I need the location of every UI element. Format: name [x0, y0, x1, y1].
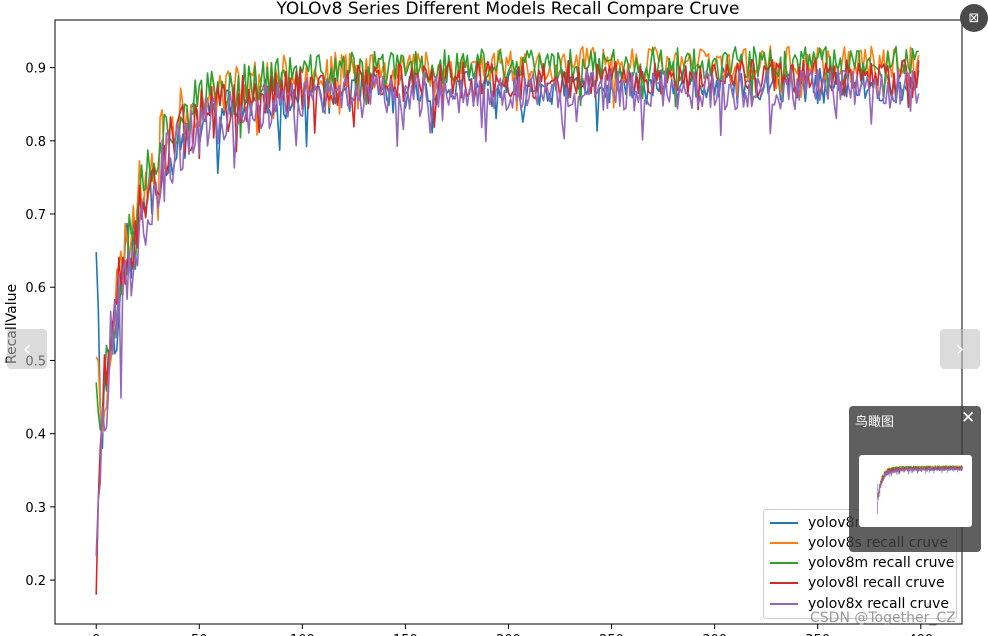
legend-item-yolov8l: yolov8l recall cruve [770, 573, 945, 593]
chart-title: YOLOv8 Series Different Models Recall Co… [276, 0, 740, 19]
y-tick-label: 0.2 [25, 574, 46, 589]
legend-line-yolov8l [770, 582, 798, 584]
overview-title: 鸟瞰图 [855, 415, 895, 430]
y-tick-label: 0.7 [25, 208, 46, 223]
chevron-left-icon: ‹ [22, 336, 32, 362]
overview-thumbnail[interactable] [859, 455, 972, 527]
legend-line-yolov8n [770, 522, 798, 524]
previous-image-button[interactable]: ‹ [7, 329, 47, 369]
close-icon: ⊠ [968, 10, 980, 26]
legend-line-yolov8m [770, 562, 798, 564]
overview-panel: 鸟瞰图 ✕ [849, 406, 981, 552]
legend-label-yolov8m: yolov8m recall cruve [808, 555, 955, 571]
chevron-right-icon: › [955, 336, 965, 362]
watermark: CSDN @Together_CZ [810, 610, 956, 626]
y-tick-label: 0.4 [25, 428, 46, 443]
legend-label-yolov8l: yolov8l recall cruve [808, 575, 945, 591]
overview-close-icon[interactable]: ✕ [961, 408, 975, 428]
y-tick-label: 0.3 [25, 501, 46, 516]
y-tick-label: 0.8 [25, 135, 46, 150]
y-tick-label: 0.6 [25, 281, 46, 296]
y-tick-label: 0.9 [25, 62, 46, 77]
thumbnail-series-line-4 [877, 466, 963, 511]
next-image-button[interactable]: › [940, 329, 980, 369]
overview-thumbnail-image [877, 464, 963, 515]
close-viewer-button[interactable]: ⊠ [960, 4, 988, 32]
legend-line-yolov8s [770, 542, 798, 544]
legend-item-yolov8m: yolov8m recall cruve [770, 553, 954, 573]
legend-line-yolov8x [770, 603, 798, 605]
